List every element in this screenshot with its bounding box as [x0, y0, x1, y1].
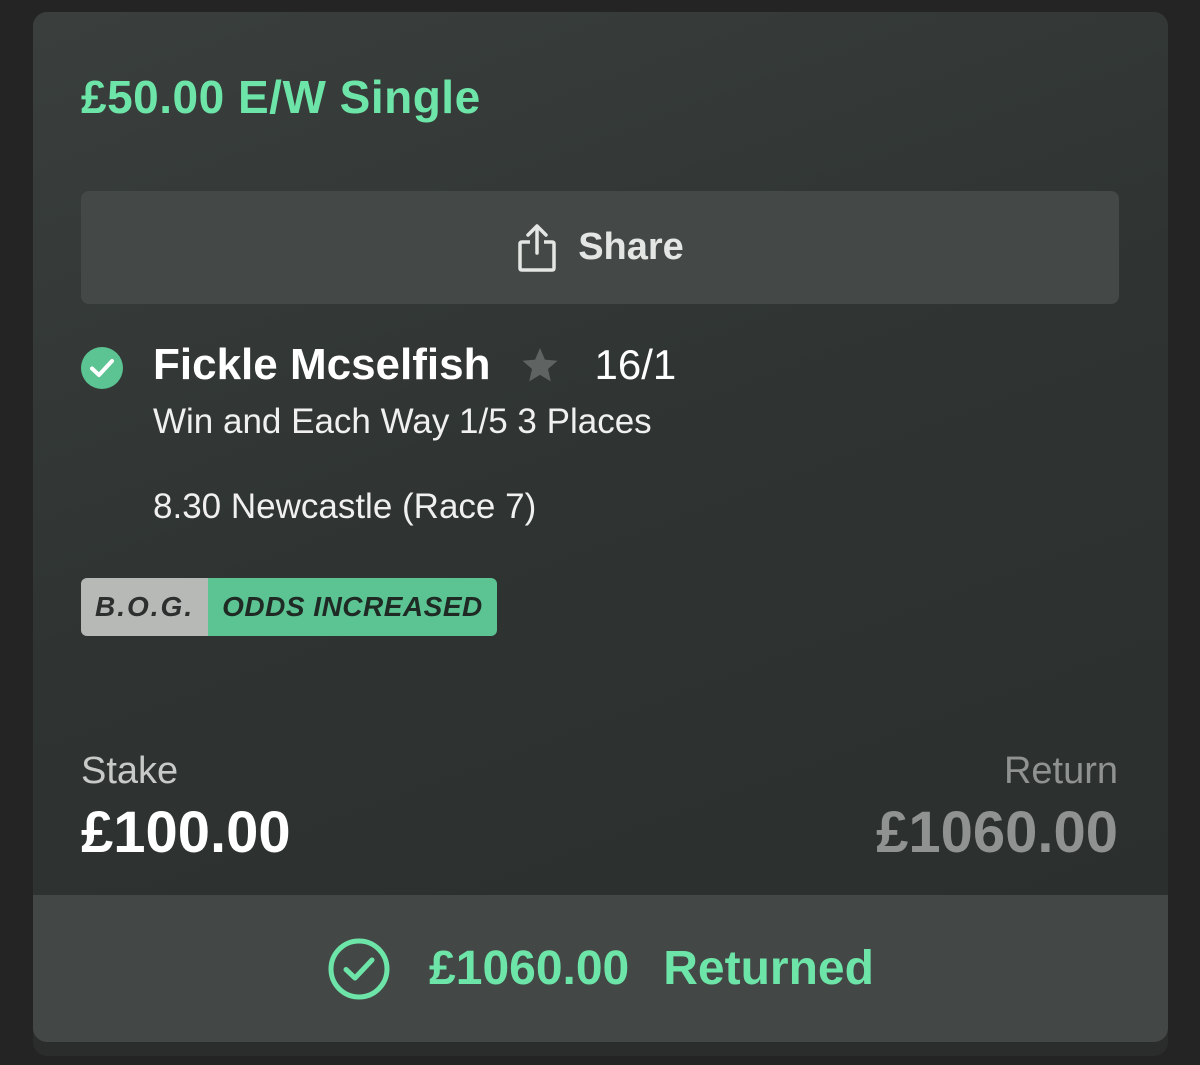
return-value: £1060.00	[876, 800, 1118, 865]
check-circle-icon	[328, 938, 390, 999]
return-label: Return	[1003, 750, 1118, 792]
share-label: Share	[578, 226, 684, 268]
bet-title: £50.00 E/W Single	[81, 71, 481, 123]
returned-status: Returned	[663, 942, 874, 995]
bet-receipt-card: £50.00 E/W Single Share Fickle Mcselfish…	[33, 12, 1168, 1042]
promo-badge: B.O.G. ODDS INCREASED	[81, 578, 497, 636]
market-description: Win and Each Way 1/5 3 Places	[153, 402, 652, 441]
star-icon[interactable]	[520, 345, 560, 385]
share-icon	[518, 223, 556, 272]
share-button[interactable]: Share	[81, 191, 1119, 304]
selection-odds: 16/1	[594, 341, 677, 388]
event-name: 8.30 Newcastle (Race 7)	[153, 487, 537, 526]
stake-value: £100.00	[81, 800, 291, 865]
selection-row: Fickle Mcselfish 16/1	[153, 340, 676, 390]
returned-footer: £1060.00 Returned	[33, 895, 1168, 1042]
selection-name: Fickle Mcselfish	[153, 340, 491, 389]
bog-badge: B.O.G.	[81, 578, 209, 636]
returned-amount: £1060.00	[429, 942, 630, 995]
odds-increased-badge: ODDS INCREASED	[208, 578, 497, 636]
check-circle-icon	[81, 347, 123, 389]
stake-label: Stake	[81, 750, 179, 792]
